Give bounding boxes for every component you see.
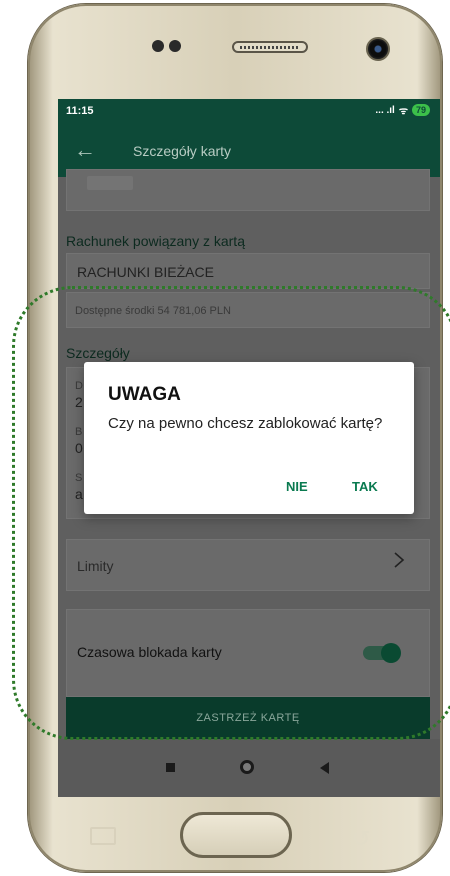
detail-row-value: 2 — [75, 394, 83, 410]
detail-row-value: a — [75, 486, 83, 502]
back-arrow-icon[interactable]: ← — [74, 137, 96, 163]
account-select[interactable]: RACHUNKI BIEŻACE — [66, 253, 430, 289]
recents-icon[interactable] — [166, 763, 175, 772]
status-bar: 11:15 ... .ıl ᯤ 79 — [58, 99, 440, 123]
front-camera-icon — [366, 37, 390, 61]
dialog-no-button[interactable]: NIE — [286, 479, 308, 494]
status-icons: ... .ıl ᯤ 79 — [375, 103, 430, 117]
sensor-dot-icon — [152, 40, 164, 52]
detail-row-value: 0 — [75, 440, 83, 456]
phone-screen: 11:15 ... .ıl ᯤ 79 ← Szczegóły karty Rac… — [58, 99, 440, 797]
temp-block-label: Czasowa blokada karty — [77, 644, 222, 660]
limits-row[interactable]: Limity — [66, 539, 430, 591]
account-balance: Dostępne środki 54 781,06 PLN — [75, 305, 231, 317]
block-card-button[interactable]: ZASTRZEŻ KARTĘ — [66, 697, 430, 739]
dialog-message: Czy na pewno chcesz zablokować kartę? — [108, 415, 383, 432]
account-balance-row: Dostępne środki 54 781,06 PLN — [66, 292, 430, 328]
battery-icon: 79 — [411, 104, 430, 116]
hardware-home-button — [180, 812, 292, 858]
detail-row-label: D — [75, 380, 83, 392]
back-icon[interactable] — [320, 762, 329, 774]
temp-block-row: Czasowa blokada karty — [66, 609, 430, 697]
android-nav-bar — [58, 739, 440, 797]
details-section-label: Szczegóły — [66, 345, 130, 361]
account-section-label: Rachunek powiązany z kartą — [66, 233, 245, 249]
home-icon[interactable] — [240, 760, 254, 774]
signal-icon: ... .ıl — [375, 104, 395, 116]
limits-label: Limity — [77, 558, 114, 574]
sensor-dot-icon — [169, 40, 181, 52]
card-summary — [66, 169, 430, 211]
detail-row-label: S — [75, 472, 83, 484]
account-name: RACHUNKI BIEŻACE — [77, 264, 214, 280]
chevron-right-icon — [394, 552, 405, 568]
dialog-title: UWAGA — [108, 384, 181, 405]
earpiece-speaker — [232, 41, 308, 53]
wifi-icon: ᯤ — [398, 106, 408, 117]
dialog-yes-button[interactable]: TAK — [352, 479, 378, 494]
detail-row-label: B — [75, 426, 83, 438]
confirm-dialog: UWAGA Czy na pewno chcesz zablokować kar… — [84, 362, 414, 514]
hardware-back-icon: ↺ — [352, 826, 371, 851]
page-title: Szczegóły karty — [133, 143, 232, 159]
temp-block-toggle[interactable] — [363, 643, 401, 663]
status-time: 11:15 — [66, 105, 94, 117]
card-thumbnail-icon — [87, 176, 133, 190]
hardware-recents-icon — [90, 827, 116, 845]
